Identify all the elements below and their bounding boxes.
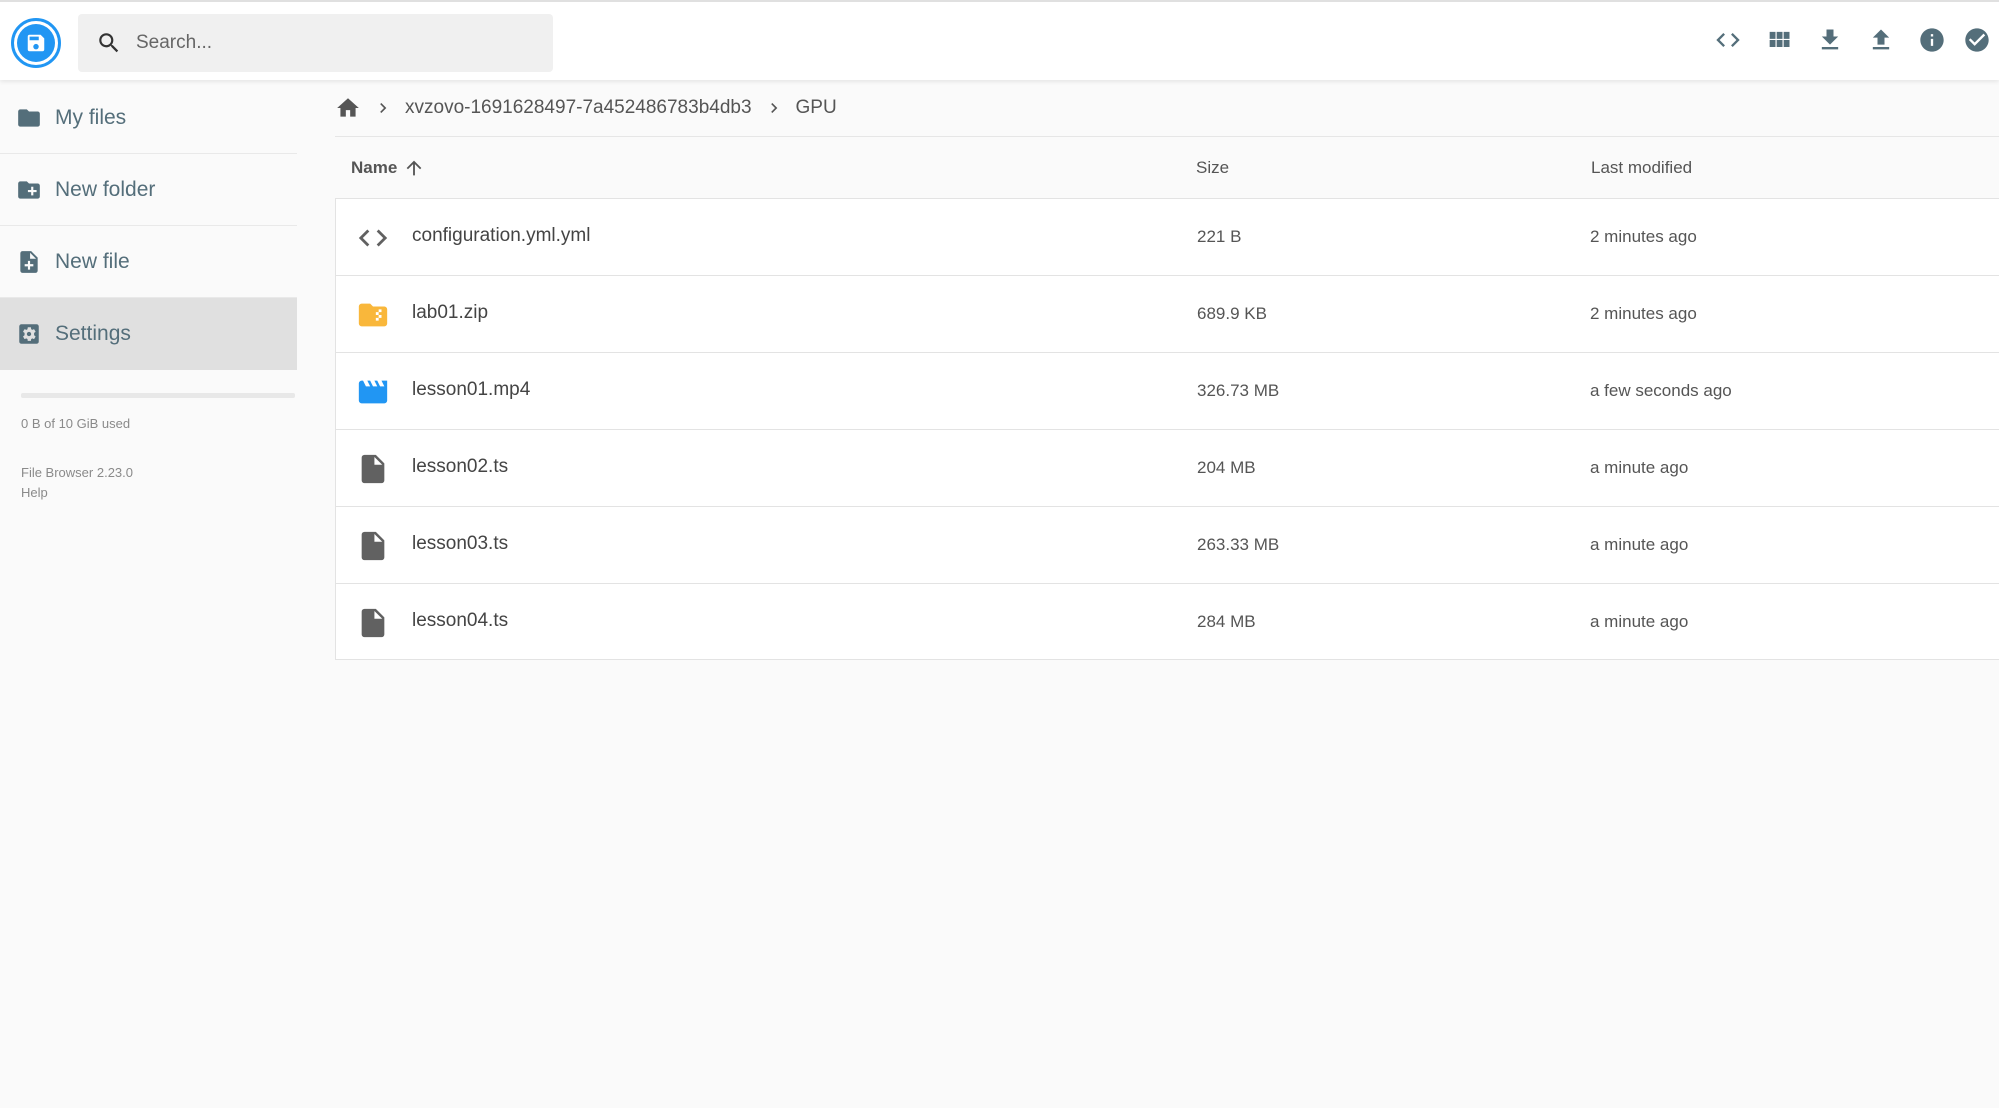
sidebar-item-settings[interactable]: Settings [0, 298, 297, 370]
file-modified: a minute ago [1590, 458, 1689, 477]
sidebar-item-new-file[interactable]: New file [0, 226, 297, 298]
file-modified: a minute ago [1590, 612, 1689, 631]
file-name: lesson02.ts [412, 456, 509, 477]
file-name: lesson04.ts [412, 610, 509, 631]
name-header-label: Name [351, 157, 398, 177]
folder-zip-icon [356, 298, 390, 332]
note-add-icon [15, 248, 43, 276]
sidebar-item-label: New file [55, 249, 130, 273]
download-button[interactable] [1810, 22, 1850, 62]
list-header: Name Size Last modified [335, 136, 1999, 198]
breadcrumb: xvzovo-1691628497-7a452486783b4db3 GPU [335, 88, 837, 128]
file-icon [356, 452, 390, 486]
file-row[interactable]: lesson01.mp4 326.73 MB a few seconds ago [335, 352, 1999, 429]
file-modified: a minute ago [1590, 535, 1689, 554]
file-icon [356, 529, 390, 563]
file-row[interactable]: lesson04.ts 284 MB a minute ago [335, 583, 1999, 660]
arrow-upward-icon [403, 157, 425, 179]
file-list: Name Size Last modified configuration.ym… [335, 136, 1999, 660]
download-icon [1816, 26, 1844, 59]
chevron-right-icon [764, 98, 784, 118]
chevron-right-icon [373, 98, 393, 118]
file-size: 221 B [1197, 227, 1242, 246]
breadcrumb-item[interactable]: GPU [796, 97, 837, 119]
check-circle-icon [1963, 26, 1991, 59]
save-logo-icon [17, 24, 55, 62]
modified-column-header[interactable]: Last modified [1591, 158, 1692, 178]
breadcrumb-item[interactable]: xvzovo-1691628497-7a452486783b4db3 [405, 97, 752, 119]
code-icon [1714, 26, 1742, 59]
sidebar: My files New folder New file Settings 0 … [0, 80, 297, 1108]
storage-usage-text: 0 B of 10 GiB used [21, 416, 131, 431]
file-name: configuration.yml.yml [412, 225, 591, 246]
create-new-folder-icon [15, 176, 43, 204]
sidebar-item-new-folder[interactable]: New folder [0, 154, 297, 226]
top-bar [0, 0, 1999, 80]
info-icon [1918, 26, 1946, 59]
file-row[interactable]: configuration.yml.yml 221 B 2 minutes ag… [335, 198, 1999, 275]
file-size: 326.73 MB [1197, 381, 1280, 400]
file-size: 284 MB [1197, 612, 1256, 631]
file-size: 689.9 KB [1197, 304, 1267, 323]
grid-icon [1765, 26, 1793, 59]
app-version: File Browser 2.23.0 [21, 465, 133, 480]
info-button[interactable] [1912, 22, 1952, 62]
sidebar-item-label: Settings [55, 322, 131, 345]
storage-progress-bar [21, 393, 295, 398]
folder-icon [15, 104, 43, 132]
code-icon [356, 221, 390, 255]
file-row[interactable]: lesson03.ts 263.33 MB a minute ago [335, 506, 1999, 583]
sidebar-item-my-files[interactable]: My files [0, 82, 297, 154]
movie-icon [356, 375, 390, 409]
help-link[interactable]: Help [21, 485, 48, 500]
file-rows: configuration.yml.yml 221 B 2 minutes ag… [335, 198, 1999, 660]
file-name: lesson03.ts [412, 533, 509, 554]
sidebar-item-label: New folder [55, 177, 156, 201]
grid-view-button[interactable] [1759, 22, 1799, 62]
settings-icon [15, 320, 43, 348]
search-box[interactable] [78, 14, 553, 72]
app-logo[interactable] [11, 18, 61, 68]
file-modified: 2 minutes ago [1590, 304, 1697, 323]
home-icon[interactable] [335, 95, 361, 121]
upload-button[interactable] [1861, 22, 1901, 62]
size-column-header[interactable]: Size [1196, 158, 1229, 178]
search-input[interactable] [136, 32, 516, 54]
file-name: lesson01.mp4 [412, 379, 531, 400]
file-row[interactable]: lab01.zip 689.9 KB 2 minutes ago [335, 275, 1999, 352]
select-button[interactable] [1963, 22, 1999, 62]
file-size: 263.33 MB [1197, 535, 1280, 554]
file-name: lab01.zip [412, 302, 489, 323]
code-view-button[interactable] [1708, 22, 1748, 62]
file-icon [356, 606, 390, 640]
file-size: 204 MB [1197, 458, 1256, 477]
file-row[interactable]: lesson02.ts 204 MB a minute ago [335, 429, 1999, 506]
name-column-header[interactable]: Name [351, 157, 425, 179]
sidebar-item-label: My files [55, 105, 127, 129]
upload-icon [1867, 26, 1895, 59]
file-modified: 2 minutes ago [1590, 227, 1697, 246]
file-modified: a few seconds ago [1590, 381, 1732, 400]
search-icon [94, 28, 124, 58]
